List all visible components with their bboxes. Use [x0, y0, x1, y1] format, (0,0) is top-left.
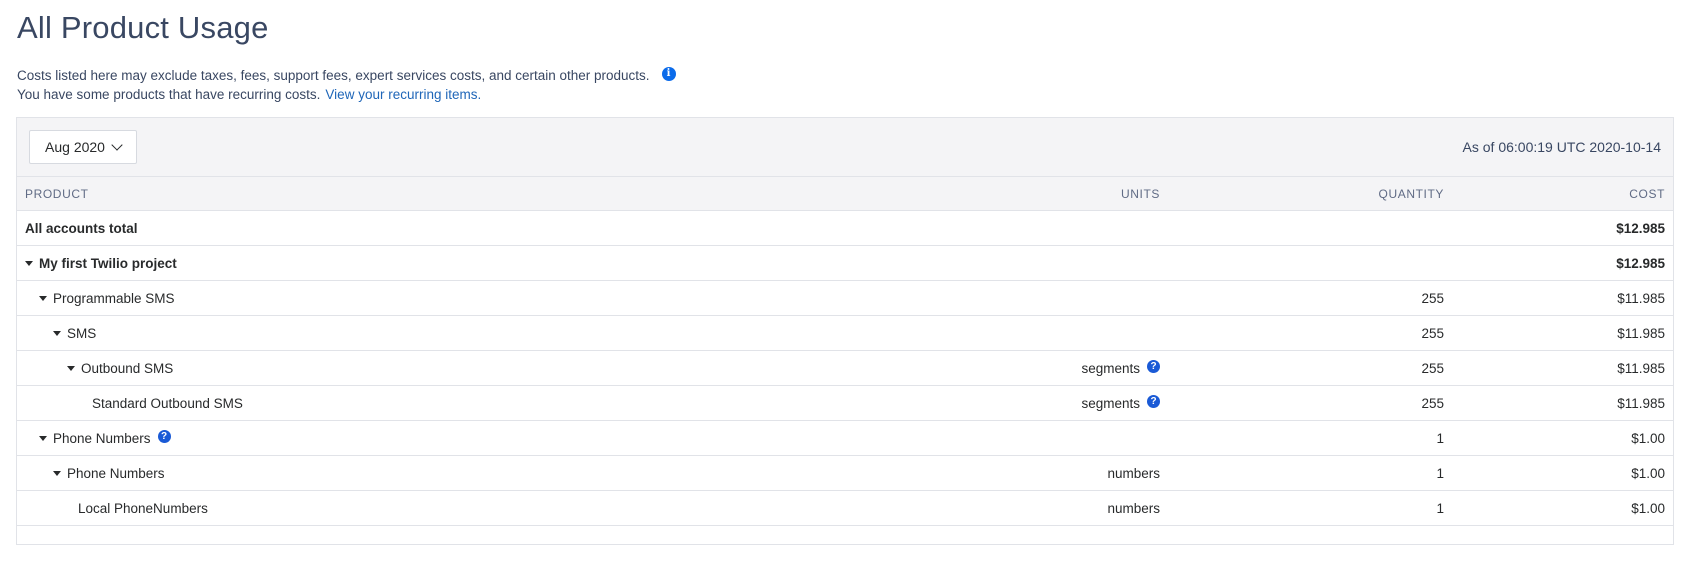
table-row: Programmable SMS 255 $11.985 [17, 281, 1673, 316]
caret-down-icon[interactable] [67, 365, 75, 371]
product-label: SMS [67, 325, 97, 341]
column-header-cost: COST [1629, 186, 1665, 201]
intro-disclaimer: Costs listed here may exclude taxes, fee… [17, 68, 650, 83]
quantity-cell: 255 [1421, 290, 1444, 306]
product-cell: All accounts total [17, 221, 1017, 236]
table-row: My first Twilio project $12.985 [17, 246, 1673, 281]
product-cell: Local PhoneNumbers [17, 501, 1017, 516]
info-icon[interactable]: i [661, 66, 676, 81]
product-label: Standard Outbound SMS [92, 395, 243, 411]
table-row: Phone Numbers numbers 1 $1.00 [17, 456, 1673, 491]
product-label: All accounts total [25, 220, 138, 236]
column-header-units: UNITS [1121, 186, 1160, 201]
cost-cell: $11.985 [1617, 395, 1665, 411]
product-cell: Outbound SMS [17, 361, 1017, 376]
units-cell: segments ? [1017, 360, 1160, 376]
units-label: segments [1081, 395, 1140, 411]
caret-down-icon[interactable] [25, 260, 33, 266]
units-label: numbers [1107, 500, 1160, 516]
question-icon[interactable]: ? [1147, 395, 1160, 408]
quantity-cell: 255 [1421, 395, 1444, 411]
cost-cell: $12.985 [1616, 220, 1665, 236]
cost-cell: $11.985 [1617, 325, 1665, 341]
caret-down-icon[interactable] [39, 295, 47, 301]
product-label: Local PhoneNumbers [78, 500, 208, 516]
table-row: Outbound SMS segments ? 255 $11.985 [17, 351, 1673, 386]
month-select-value: Aug 2020 [45, 139, 105, 155]
page-title: All Product Usage [17, 10, 269, 45]
caret-down-icon[interactable] [53, 470, 61, 476]
table-row: Local PhoneNumbers numbers 1 $1.00 [17, 491, 1673, 526]
as-of-timestamp: As of 06:00:19 UTC 2020-10-14 [1462, 139, 1661, 155]
quantity-cell: 1 [1436, 465, 1444, 481]
cost-cell: $1.00 [1631, 430, 1665, 446]
product-cell: Programmable SMS [17, 291, 1017, 306]
table-row: Standard Outbound SMS segments ? 255 $11… [17, 386, 1673, 421]
intro-text: Costs listed here may exclude taxes, fee… [17, 66, 676, 104]
recurring-items-link[interactable]: View your recurring items. [325, 85, 481, 104]
units-cell: numbers [1017, 466, 1160, 481]
cost-cell: $1.00 [1631, 500, 1665, 516]
column-header-quantity: QUANTITY [1378, 186, 1444, 201]
quantity-cell: 1 [1436, 500, 1444, 516]
product-label: Outbound SMS [81, 360, 174, 376]
month-select[interactable]: Aug 2020 [29, 130, 137, 164]
units-cell: numbers [1017, 501, 1160, 516]
cost-cell: $12.985 [1616, 255, 1665, 271]
table-row: Phone Numbers ? 1 $1.00 [17, 421, 1673, 456]
units-label: numbers [1107, 465, 1160, 481]
caret-down-icon[interactable] [53, 330, 61, 336]
table-row: SMS 255 $11.985 [17, 316, 1673, 351]
column-header-product: PRODUCT [25, 186, 89, 201]
cost-cell: $1.00 [1631, 465, 1665, 481]
quantity-cell: 255 [1421, 360, 1444, 376]
question-icon[interactable]: ? [157, 430, 171, 443]
cost-cell: $11.985 [1617, 290, 1665, 306]
product-cell: SMS [17, 326, 1017, 341]
product-label: Programmable SMS [53, 290, 175, 306]
product-cell: Phone Numbers [17, 466, 1017, 481]
caret-down-icon[interactable] [39, 435, 47, 441]
units-cell: segments ? [1017, 395, 1160, 411]
usage-panel: Aug 2020 As of 06:00:19 UTC 2020-10-14 P… [16, 117, 1674, 545]
product-cell: My first Twilio project [17, 256, 1017, 271]
product-label: Phone Numbers [53, 430, 151, 446]
units-label: segments [1081, 360, 1140, 376]
product-label: My first Twilio project [39, 255, 177, 271]
usage-toolbar: Aug 2020 As of 06:00:19 UTC 2020-10-14 [17, 118, 1673, 177]
intro-recurring: You have some products that have recurri… [17, 87, 321, 102]
cost-cell: $11.985 [1617, 360, 1665, 376]
chevron-down-icon [111, 138, 123, 151]
quantity-cell: 255 [1421, 325, 1444, 341]
table-header: PRODUCT UNITS QUANTITY COST [17, 177, 1673, 211]
question-icon[interactable]: ? [1147, 360, 1160, 373]
quantity-cell: 1 [1436, 430, 1444, 446]
product-cell: Phone Numbers ? [17, 430, 1017, 446]
product-cell: Standard Outbound SMS [17, 396, 1017, 411]
product-label: Phone Numbers [67, 465, 165, 481]
table-row: All accounts total $12.985 [17, 211, 1673, 246]
